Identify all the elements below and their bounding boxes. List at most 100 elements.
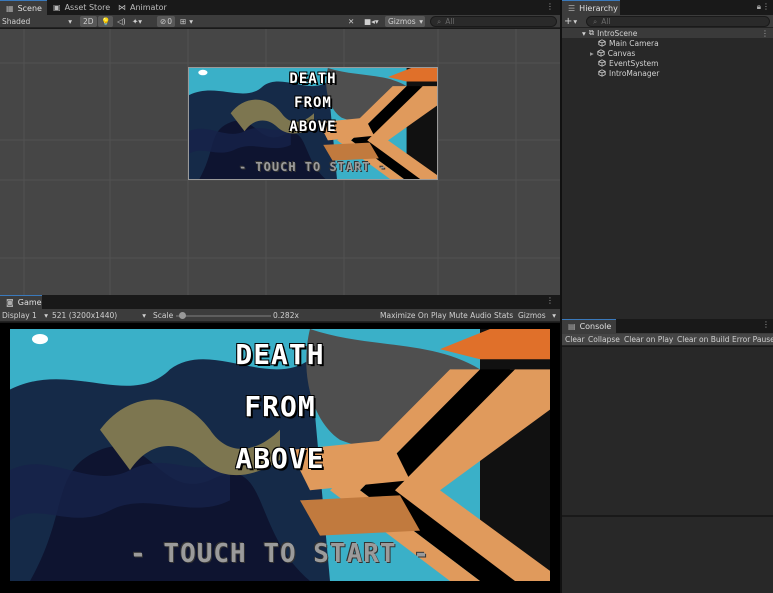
- gamepad-icon: ◙: [6, 298, 14, 307]
- object-label-canvas: Canvas: [607, 48, 636, 58]
- chevron-down-icon: ▾: [552, 311, 556, 320]
- scene-title-line-above: ABOVE: [289, 119, 337, 135]
- scene-search-placeholder: All: [445, 17, 455, 26]
- expand-arrow-icon[interactable]: ▸: [590, 49, 594, 58]
- game-title-line-above: ABOVE: [235, 442, 325, 475]
- hierarchy-search-input[interactable]: ⌕ All: [586, 16, 770, 27]
- expand-arrow-icon[interactable]: ▾: [582, 29, 586, 38]
- tools-button[interactable]: ✕: [348, 16, 354, 27]
- object-label-intromanager: IntroManager: [609, 68, 660, 78]
- store-icon: ▣: [53, 3, 61, 12]
- scene-row-menu-icon[interactable]: ⋮: [761, 29, 769, 38]
- hierarchy-tab-bar: ☰ Hierarchy 🔒︎ ⋮: [562, 0, 773, 15]
- console-menu-icon[interactable]: ⋮: [762, 320, 770, 329]
- lighting-toggle[interactable]: 💡: [98, 16, 114, 27]
- scene-search-input[interactable]: ⌕ All: [430, 16, 557, 27]
- tab-hierarchy-label: Hierarchy: [579, 3, 618, 13]
- chevron-down-icon: ▾: [419, 17, 423, 26]
- search-icon: ⌕: [593, 16, 598, 26]
- hidden-count: 0: [167, 17, 173, 26]
- console-toolbar: Clear Collapse Clear on Play Clear on Bu…: [562, 333, 773, 346]
- audio-toggle[interactable]: ◁): [117, 16, 126, 27]
- tab-game-label: Game: [17, 298, 42, 307]
- chevron-down-icon: ▾: [573, 17, 578, 26]
- console-icon: ▤: [568, 322, 576, 331]
- hierarchy-menu-icon[interactable]: ⋮: [762, 2, 770, 11]
- create-dropdown[interactable]: + ▾: [564, 16, 577, 27]
- scale-slider[interactable]: [176, 310, 271, 321]
- shading-mode-dropdown[interactable]: Shaded ▾: [2, 16, 74, 27]
- scene-name: IntroScene: [597, 28, 638, 38]
- display-dropdown[interactable]: Display 1 ▾: [2, 310, 48, 321]
- object-label-main-camera: Main Camera: [609, 38, 659, 48]
- console-clear-on-play-button[interactable]: Clear on Play: [621, 334, 678, 345]
- hierarchy-scene-row[interactable]: ▾ ⧉ IntroScene ⋮: [562, 28, 773, 38]
- gameobject-icon: [598, 69, 606, 77]
- plus-icon: +: [564, 16, 573, 27]
- maximize-on-play-toggle[interactable]: Maximize On Play: [380, 310, 447, 321]
- chevron-down-icon: ▾: [68, 17, 72, 26]
- toggle-2d-button[interactable]: 2D: [80, 16, 97, 27]
- camera-icon: ■◂▾: [364, 17, 379, 26]
- grid-icon: ▦: [6, 3, 14, 13]
- scale-value: 0.282x: [273, 311, 299, 320]
- gizmos-dropdown[interactable]: Gizmos ▾: [385, 16, 425, 27]
- hierarchy-item-main-camera[interactable]: Main Camera: [562, 38, 659, 48]
- scene-canvas-preview[interactable]: DEATH FROM ABOVE - TOUCH TO START -: [188, 67, 438, 180]
- tab-animator-label: Animator: [130, 3, 167, 12]
- tab-asset-store[interactable]: ▣ Asset Store: [47, 0, 116, 15]
- scale-label: Scale: [153, 311, 174, 320]
- console-log-area[interactable]: [562, 347, 773, 515]
- tab-hierarchy[interactable]: ☰ Hierarchy: [562, 0, 620, 15]
- tab-game[interactable]: ◙ Game: [0, 295, 42, 309]
- gizmos-label: Gizmos: [388, 17, 416, 26]
- hierarchy-item-eventsystem[interactable]: EventSystem: [562, 58, 658, 68]
- animator-icon: ⋈: [118, 3, 126, 12]
- tab-console-label: Console: [579, 322, 612, 331]
- game-canvas[interactable]: DEATH FROM ABOVE - TOUCH TO START -: [10, 329, 550, 581]
- console-clear-on-build-button[interactable]: Clear on Build: [674, 334, 734, 345]
- speaker-icon: ◁): [117, 17, 126, 26]
- mute-audio-toggle[interactable]: Mute Audio: [449, 310, 491, 321]
- scale-slider-handle[interactable]: [179, 312, 186, 319]
- scene-toolbar: Shaded ▾ 2D 💡 ◁) ✦▾ ⊘ 0 ⊞ ▾ ✕ ■◂▾ Gizmos…: [0, 15, 560, 28]
- game-gizmos-label: Gizmos: [518, 311, 546, 320]
- grid-toggle-dropdown[interactable]: ⊞ ▾: [180, 16, 193, 27]
- console-collapse-button[interactable]: Collapse: [585, 334, 624, 345]
- scene-start-prompt: - TOUCH TO START -: [238, 160, 388, 174]
- gameobject-icon: [598, 59, 606, 67]
- lightbulb-icon: 💡: [101, 17, 111, 26]
- game-panel-menu-icon[interactable]: ⋮: [546, 296, 554, 305]
- unity-scene-icon: ⧉: [588, 28, 595, 37]
- camera-dropdown[interactable]: ■◂▾: [364, 16, 379, 27]
- game-viewport[interactable]: DEATH FROM ABOVE - TOUCH TO START -: [0, 323, 560, 593]
- scene-panel-menu-icon[interactable]: ⋮: [546, 2, 554, 11]
- effects-icon: ✦▾: [132, 17, 143, 26]
- scene-title-line-from: FROM: [294, 95, 332, 111]
- game-toolbar: Display 1 ▾ 521 (3200x1440) ▾ Scale 0.28…: [0, 309, 560, 322]
- game-gizmos-dropdown[interactable]: Gizmos ▾: [518, 310, 558, 321]
- game-tab-bar: ◙ Game ⋮: [0, 295, 560, 309]
- gameobject-icon: [597, 49, 605, 57]
- object-label-eventsystem: EventSystem: [609, 58, 659, 68]
- hidden-objects-toggle[interactable]: ⊘ 0: [157, 16, 176, 27]
- tab-animator[interactable]: ⋈ Animator: [112, 0, 173, 15]
- search-icon: ⌕: [437, 16, 442, 26]
- resolution-value: 521 (3200x1440): [52, 311, 118, 320]
- console-error-pause-button[interactable]: Error Pause: [729, 334, 773, 345]
- tools-icon: ✕: [348, 17, 355, 26]
- chevron-down-icon: ▾: [44, 311, 48, 320]
- game-title-line-from: FROM: [244, 390, 316, 423]
- tab-console[interactable]: ▤ Console: [562, 319, 616, 333]
- stats-toggle[interactable]: Stats: [494, 310, 513, 321]
- lock-icon[interactable]: 🔒︎: [757, 2, 761, 12]
- effects-dropdown[interactable]: ✦▾: [132, 16, 142, 27]
- chevron-down-icon: ▾: [189, 17, 194, 26]
- tab-scene[interactable]: ▦ Scene: [0, 0, 47, 15]
- scale-slider-track: [176, 315, 271, 317]
- hierarchy-item-canvas[interactable]: ▸ Canvas: [562, 48, 635, 58]
- hierarchy-item-intromanager[interactable]: IntroManager: [562, 68, 659, 78]
- console-detail-area[interactable]: [562, 516, 773, 593]
- resolution-dropdown[interactable]: 521 (3200x1440) ▾: [52, 310, 148, 321]
- scene-viewport[interactable]: DEATH FROM ABOVE - TOUCH TO START -: [0, 29, 560, 295]
